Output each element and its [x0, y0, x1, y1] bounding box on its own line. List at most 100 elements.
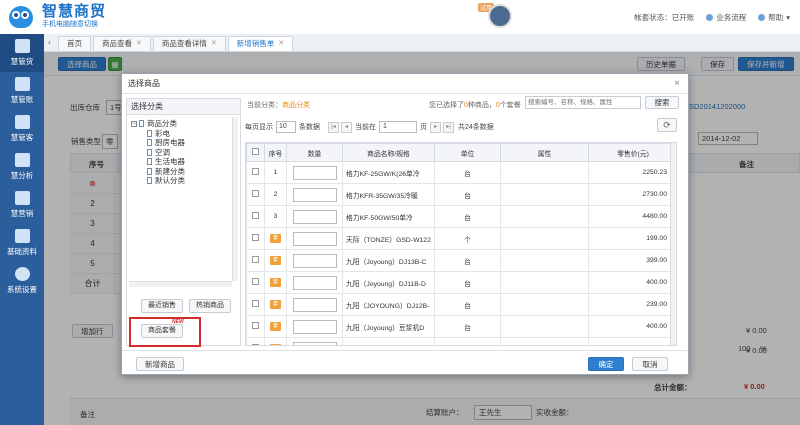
- col-header: 数量: [286, 143, 343, 162]
- close-icon[interactable]: ✕: [211, 37, 217, 51]
- tree-item[interactable]: 厨房电器: [131, 138, 231, 148]
- sidebar-item-goods[interactable]: 慧管货: [0, 34, 44, 72]
- row-checkbox[interactable]: [252, 168, 259, 175]
- first-page-icon[interactable]: |◂: [328, 121, 339, 133]
- quantity-input[interactable]: [292, 297, 337, 312]
- goods-name-link[interactable]: 格力KF-50GW/50单冷: [342, 205, 435, 228]
- sidebar-item-analysis[interactable]: 慧分析: [0, 148, 44, 186]
- row-checkbox[interactable]: [252, 190, 259, 197]
- table-row[interactable]: 套 九阳（JOYOUNG）DJ12B- 台 239.00: [246, 293, 676, 316]
- tree-item[interactable]: 空调: [131, 148, 231, 158]
- quantity-input[interactable]: [292, 275, 337, 290]
- table-row[interactable]: 2 格力KFR-35GW/35冷暖台 2730.00: [246, 183, 676, 206]
- tab-goods-view[interactable]: 商品查看 ✕: [93, 36, 151, 51]
- owl-logo-icon: [6, 3, 36, 29]
- goods-name-link[interactable]: 九阳（JOYOUNG）DJ12B-: [342, 293, 435, 316]
- close-icon[interactable]: ×: [674, 74, 680, 94]
- table-row[interactable]: 套 九阳（Joyoung）豆浆机D 台 400.00: [246, 315, 676, 338]
- chevron-left-icon[interactable]: ‹: [48, 37, 51, 47]
- tree-item[interactable]: 彩电: [131, 129, 231, 139]
- table-row[interactable]: 套 九阳（Joyoung）DJ13B-C 台 399.00: [246, 249, 676, 272]
- cancel-button[interactable]: 取消: [632, 357, 668, 371]
- quantity-input[interactable]: [292, 231, 337, 246]
- page-size-select[interactable]: 10: [276, 121, 296, 133]
- sidebar-item-customers[interactable]: 慧管客: [0, 110, 44, 148]
- business-flow-link[interactable]: 业务流程: [706, 12, 746, 23]
- table-row[interactable]: 3 格力KF-50GW/50单冷台 4480.00: [246, 205, 676, 228]
- row-checkbox[interactable]: [252, 300, 259, 307]
- tree-scrollbar[interactable]: [232, 117, 238, 281]
- table-row[interactable]: 套 九阳（Joyoung）DJ11B-D 台 400.00: [246, 271, 676, 294]
- tree-item[interactable]: 默认分类: [131, 176, 231, 186]
- hot-goods-button[interactable]: 热销商品: [189, 299, 231, 313]
- goods-attribute: [500, 183, 589, 206]
- search-input[interactable]: [525, 96, 641, 109]
- gear-icon: [14, 267, 30, 281]
- refresh-icon[interactable]: ⟳: [657, 118, 677, 132]
- row-number: 套: [264, 337, 287, 345]
- goods-name-link[interactable]: 格力KFR-35GW/35冷暖: [342, 183, 435, 206]
- goods-package-button[interactable]: 商品套餐: [141, 324, 183, 338]
- selection-count: 您已选择了0种商品，0个套餐: [429, 102, 521, 109]
- help-icon: [758, 14, 766, 21]
- quantity-input[interactable]: [292, 209, 337, 224]
- sidebar-item-settings[interactable]: 系统设置: [0, 262, 44, 300]
- goods-unit: 台: [434, 183, 501, 206]
- goods-name-link[interactable]: 天际（TONZE）GSD-W122: [342, 227, 435, 250]
- quantity-input[interactable]: [292, 319, 337, 334]
- row-number: 3: [264, 205, 287, 228]
- logo: 智慧商贸 手机电脑随意切换: [6, 3, 106, 29]
- ok-button[interactable]: 确定: [588, 357, 624, 371]
- row-checkbox[interactable]: [252, 212, 259, 219]
- collapse-icon[interactable]: −: [131, 120, 137, 127]
- file-icon: [147, 158, 152, 166]
- table-row[interactable]: 套 天际（TONZE）GSD-W122 个 199.00: [246, 227, 676, 250]
- avatar[interactable]: [488, 4, 512, 28]
- quantity-input[interactable]: [292, 253, 337, 268]
- store-icon: [14, 39, 30, 53]
- goods-name-link[interactable]: 康佳（KONKA）电风扇/五叶: [342, 337, 435, 345]
- row-checkbox[interactable]: [252, 344, 259, 345]
- sidebar-item-accounts[interactable]: 慧管账: [0, 72, 44, 110]
- row-checkbox[interactable]: [252, 278, 259, 285]
- tree-item-root[interactable]: − 商品分类: [131, 119, 231, 129]
- table-row[interactable]: 1 格力KF-25GW/K(26单冷台 2250.23: [246, 161, 676, 184]
- package-tag-icon: 套: [270, 322, 281, 331]
- table-scrollbar[interactable]: [670, 143, 676, 345]
- tab-home[interactable]: 首页: [58, 36, 91, 51]
- tab-bar: 首页 商品查看 ✕ 商品查看详情 ✕ 新增销售单 ✕: [44, 34, 800, 52]
- tab-new-sales-order[interactable]: 新增销售单 ✕: [227, 36, 294, 51]
- close-icon[interactable]: ✕: [136, 37, 142, 51]
- goods-name-link[interactable]: 九阳（Joyoung）DJ11B-D: [342, 271, 435, 294]
- goods-name-link[interactable]: 九阳（Joyoung）DJ13B-C: [342, 249, 435, 272]
- sidebar-item-basic-data[interactable]: 基础资料: [0, 224, 44, 262]
- goods-name-link[interactable]: 格力KF-25GW/K(26单冷: [342, 161, 435, 184]
- row-checkbox[interactable]: [252, 234, 259, 241]
- tab-goods-detail[interactable]: 商品查看详情 ✕: [152, 36, 226, 51]
- tree-item[interactable]: 生活电器: [131, 157, 231, 167]
- new-goods-button[interactable]: 新增商品: [136, 357, 184, 371]
- search-button[interactable]: 搜索: [645, 96, 679, 109]
- goods-name-link[interactable]: 九阳（Joyoung）豆浆机D: [342, 315, 435, 338]
- row-checkbox[interactable]: [252, 322, 259, 329]
- next-page-icon[interactable]: ▸: [430, 121, 441, 133]
- quantity-input[interactable]: [292, 187, 337, 202]
- select-all-checkbox[interactable]: [252, 148, 259, 155]
- prev-page-icon[interactable]: ◂: [341, 121, 352, 133]
- sidebar-item-marketing[interactable]: 慧营销: [0, 186, 44, 224]
- help-menu[interactable]: 帮助 ▾: [758, 12, 790, 23]
- file-icon: [147, 139, 152, 147]
- last-page-icon[interactable]: ▸|: [443, 121, 454, 133]
- tree-hscrollbar[interactable]: [129, 281, 232, 287]
- goods-attribute: [500, 293, 589, 316]
- row-checkbox[interactable]: [252, 256, 259, 263]
- recent-sales-button[interactable]: 最近销售: [141, 299, 183, 313]
- close-icon[interactable]: ✕: [278, 37, 284, 51]
- tree-item[interactable]: 新建分类: [131, 167, 231, 177]
- quantity-input[interactable]: [292, 341, 337, 345]
- col-header: 单位: [434, 143, 501, 162]
- quantity-input[interactable]: [292, 165, 337, 180]
- col-header: 属性: [500, 143, 589, 162]
- page-number-input[interactable]: 1: [379, 121, 417, 133]
- table-row[interactable]: 套 康佳（KONKA）电风扇/五叶台 170.00: [246, 337, 676, 345]
